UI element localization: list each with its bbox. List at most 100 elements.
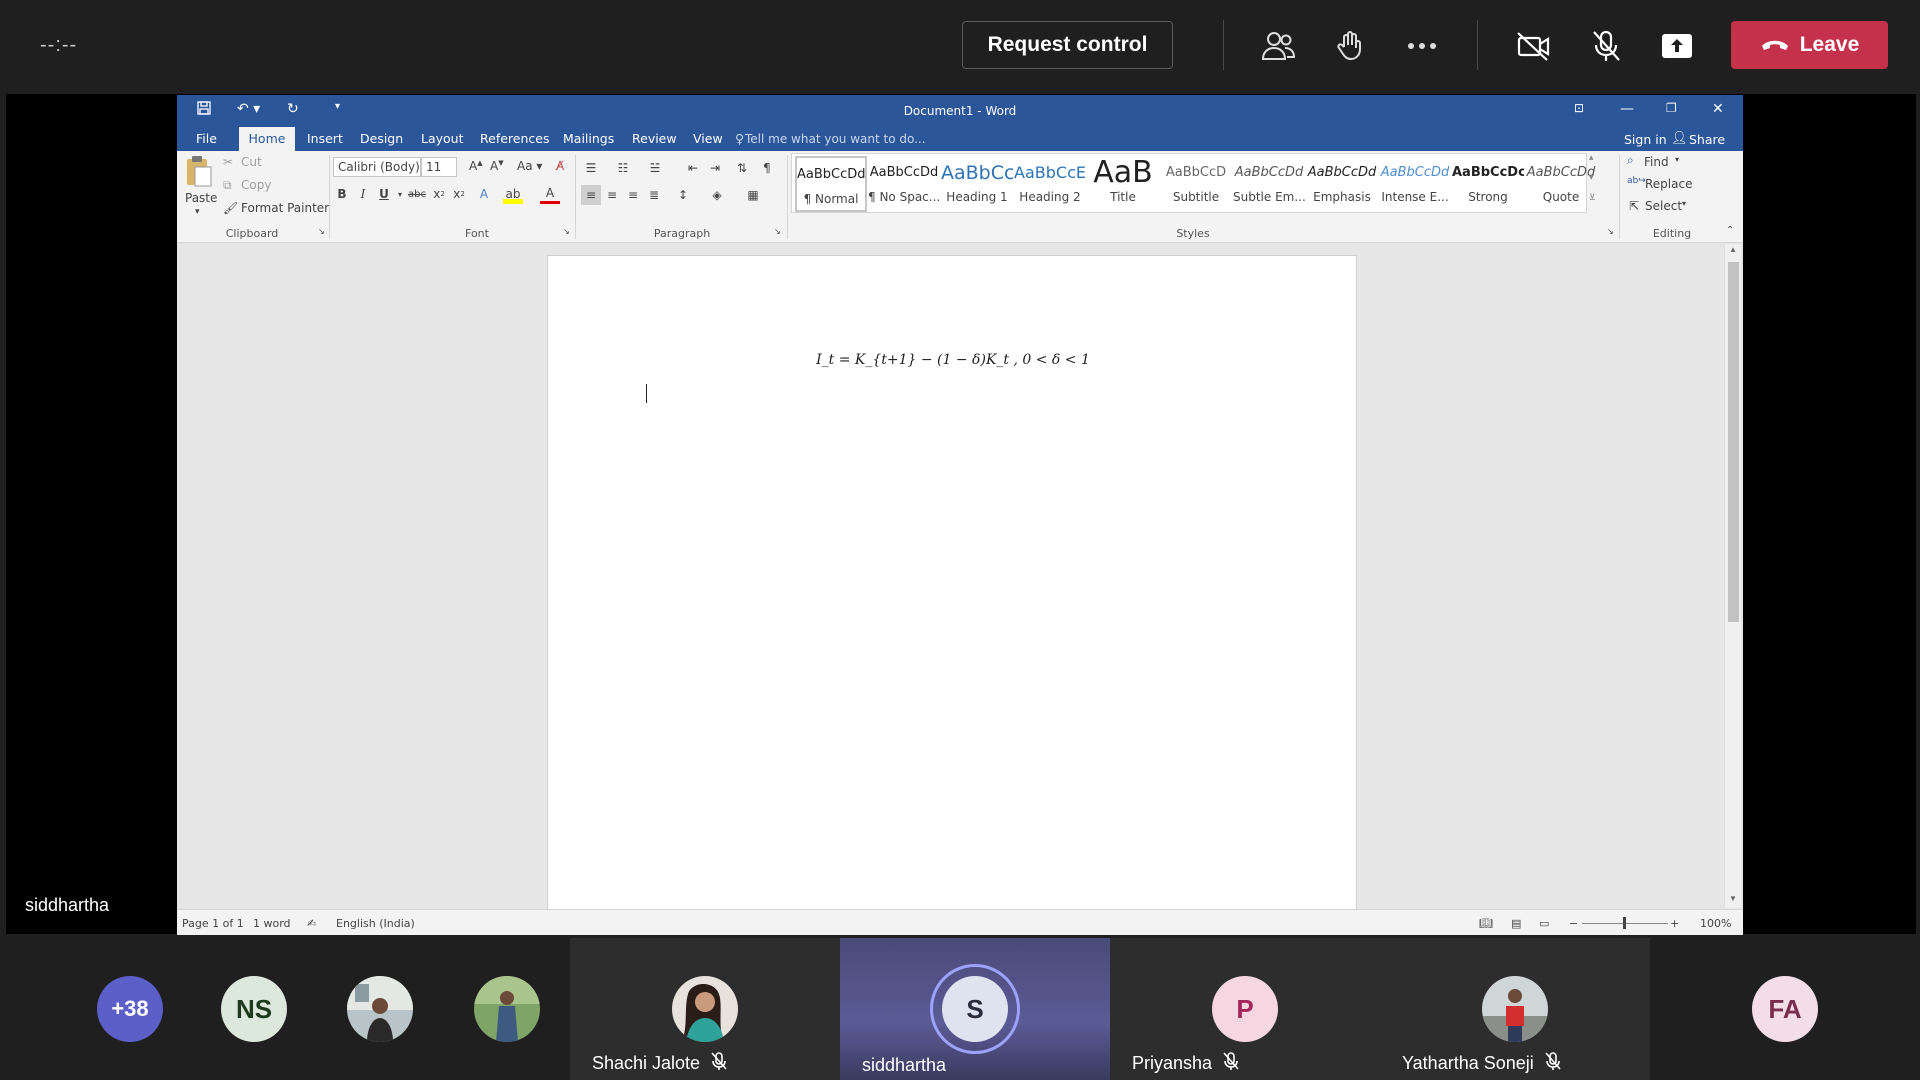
zoom-slider-thumb[interactable] <box>1623 917 1626 929</box>
strikethrough-icon[interactable]: abc <box>407 184 427 204</box>
align-center-icon[interactable]: ≡ <box>602 185 622 205</box>
participant-tile[interactable]: Shachi Jalote <box>570 938 840 1080</box>
highlight-icon[interactable]: ab <box>503 184 523 204</box>
italic-icon[interactable]: I <box>353 184 373 204</box>
format-painter-icon[interactable]: 🖌︎ <box>223 201 238 215</box>
clear-formatting-icon[interactable]: A̸ <box>556 159 564 173</box>
style-heading-2[interactable]: AaBbCcE Heading 2 <box>1014 156 1086 212</box>
style-quote[interactable]: AaBbCcDd Quote <box>1525 156 1597 212</box>
language-indicator[interactable]: English (India) <box>336 917 415 930</box>
paste-icon[interactable] <box>185 155 213 187</box>
share-screen-icon[interactable] <box>1655 24 1699 68</box>
paste-dropdown-icon[interactable]: ▾ <box>195 207 200 217</box>
restore-icon[interactable]: ❐ <box>1666 101 1677 115</box>
zoom-out-icon[interactable]: − <box>1569 917 1578 930</box>
font-size-select[interactable]: 11 <box>421 157 457 177</box>
subscript-icon[interactable]: x2 <box>429 184 449 204</box>
shrink-font-icon[interactable]: A▼ <box>490 159 504 173</box>
camera-off-icon[interactable] <box>1511 24 1555 68</box>
tell-me-search[interactable]: Tell me what you want to do... <box>745 127 926 151</box>
sign-in-link[interactable]: Sign in <box>1624 132 1667 147</box>
bullets-icon[interactable]: ☰ <box>581 158 601 178</box>
style-subtle-emphasis[interactable]: AaBbCcDd Subtle Em... <box>1233 156 1305 212</box>
numbering-icon[interactable]: ☷ <box>613 158 633 178</box>
select-cursor-icon[interactable]: ⇱ <box>1629 199 1639 213</box>
style-emphasis[interactable]: AaBbCcDd Emphasis <box>1306 156 1378 212</box>
justify-icon[interactable]: ≣ <box>644 185 664 205</box>
request-control-button[interactable]: Request control <box>962 21 1173 69</box>
avatar[interactable]: FA <box>1752 976 1818 1042</box>
avatar[interactable]: NS <box>221 976 287 1042</box>
tab-insert[interactable]: Insert <box>301 127 349 151</box>
close-icon[interactable]: ✕ <box>1712 101 1724 117</box>
style-strong[interactable]: AaBbCcDc Strong <box>1452 156 1524 212</box>
read-mode-icon[interactable]: 📖︎ <box>1479 917 1493 930</box>
dialog-launcher-icon[interactable]: ↘ <box>774 227 781 236</box>
tab-review[interactable]: Review <box>626 127 683 151</box>
leave-button[interactable]: Leave <box>1731 21 1888 69</box>
style-heading-1[interactable]: AaBbCc Heading 1 <box>941 156 1013 212</box>
replace-icon[interactable]: ab↪ <box>1627 176 1646 186</box>
gallery-scroll-up-icon[interactable]: ▴ <box>1589 153 1594 163</box>
mic-off-icon[interactable] <box>1584 24 1628 68</box>
change-case-icon[interactable]: Aa ▾ <box>517 159 542 173</box>
borders-icon[interactable]: ▦ <box>743 185 763 205</box>
equation[interactable]: I_t = K_{t+1} − (1 − δ)K_t , 0 < δ < 1 <box>548 352 1358 368</box>
multilevel-list-icon[interactable]: ☱ <box>645 158 665 178</box>
scroll-thumb[interactable] <box>1728 262 1739 622</box>
select-dropdown-icon[interactable]: ▾ <box>1682 199 1686 208</box>
scroll-up-icon[interactable]: ▲ <box>1729 245 1737 254</box>
tab-home[interactable]: Home <box>239 127 295 151</box>
sort-icon[interactable]: ⇅ <box>732 158 752 178</box>
dialog-launcher-icon[interactable]: ↘ <box>1607 227 1614 236</box>
cut-icon[interactable]: ✂ <box>223 155 233 169</box>
page-count[interactable]: Page 1 of 1 <box>182 917 244 930</box>
style-intense-emphasis[interactable]: AaBbCcDd Intense E... <box>1379 156 1451 212</box>
overflow-participants-button[interactable]: +38 <box>97 976 163 1042</box>
more-options-icon[interactable] <box>1400 24 1444 68</box>
avatar[interactable] <box>347 976 413 1042</box>
raise-hand-icon[interactable] <box>1329 24 1373 68</box>
style-normal[interactable]: AaBbCcDd ¶ Normal <box>795 156 867 212</box>
grow-font-icon[interactable]: A▲ <box>469 159 483 173</box>
gallery-more-icon[interactable]: ⊻ <box>1589 193 1596 203</box>
decrease-indent-icon[interactable]: ⇤ <box>683 158 703 178</box>
style-title[interactable]: AaB Title <box>1087 156 1159 212</box>
share-button[interactable]: Share <box>1689 132 1725 147</box>
zoom-level[interactable]: 100% <box>1700 917 1731 930</box>
font-color-icon[interactable]: A <box>540 184 560 204</box>
avatar[interactable] <box>474 976 540 1042</box>
tab-layout[interactable]: Layout <box>415 127 470 151</box>
ribbon-display-options-icon[interactable]: ⊡ <box>1574 101 1584 115</box>
find-dropdown-icon[interactable]: ▾ <box>1675 155 1679 164</box>
style-subtitle[interactable]: AaBbCcD Subtitle <box>1160 156 1232 212</box>
tab-references[interactable]: References <box>474 127 555 151</box>
replace-button[interactable]: Replace <box>1645 177 1692 191</box>
increase-indent-icon[interactable]: ⇥ <box>705 158 725 178</box>
participant-tile[interactable]: P Priyansha <box>1110 938 1380 1080</box>
collapse-ribbon-icon[interactable]: ⌃ <box>1726 225 1734 236</box>
align-right-icon[interactable]: ≡ <box>623 185 643 205</box>
select-button[interactable]: Select <box>1645 199 1682 213</box>
find-icon[interactable]: ⌕ <box>1627 153 1634 168</box>
shading-icon[interactable]: ◈ <box>707 185 727 205</box>
dialog-launcher-icon[interactable]: ↘ <box>563 227 570 236</box>
web-layout-icon[interactable]: ▭ <box>1539 917 1549 930</box>
tab-file[interactable]: File <box>190 127 223 151</box>
show-formatting-icon[interactable]: ¶ <box>757 158 777 178</box>
paste-label[interactable]: Paste <box>185 191 217 205</box>
tab-view[interactable]: View <box>687 127 729 151</box>
font-family-select[interactable]: Calibri (Body) <box>333 157 421 177</box>
line-spacing-icon[interactable]: ↕ <box>673 185 693 205</box>
format-painter-button[interactable]: Format Painter <box>241 201 329 215</box>
gallery-scroll-down-icon[interactable]: ▾ <box>1589 173 1594 183</box>
scroll-down-icon[interactable]: ▼ <box>1729 894 1737 903</box>
print-layout-icon[interactable]: ▤ <box>1511 917 1521 930</box>
dialog-launcher-icon[interactable]: ↘ <box>318 227 325 236</box>
tab-design[interactable]: Design <box>354 127 409 151</box>
copy-icon[interactable]: ⧉ <box>223 178 232 193</box>
document-page[interactable]: I_t = K_{t+1} − (1 − δ)K_t , 0 < δ < 1 <box>547 255 1357 915</box>
proofing-icon[interactable]: ✍ <box>307 917 316 930</box>
tab-mailings[interactable]: Mailings <box>557 127 620 151</box>
people-icon[interactable] <box>1256 24 1300 68</box>
